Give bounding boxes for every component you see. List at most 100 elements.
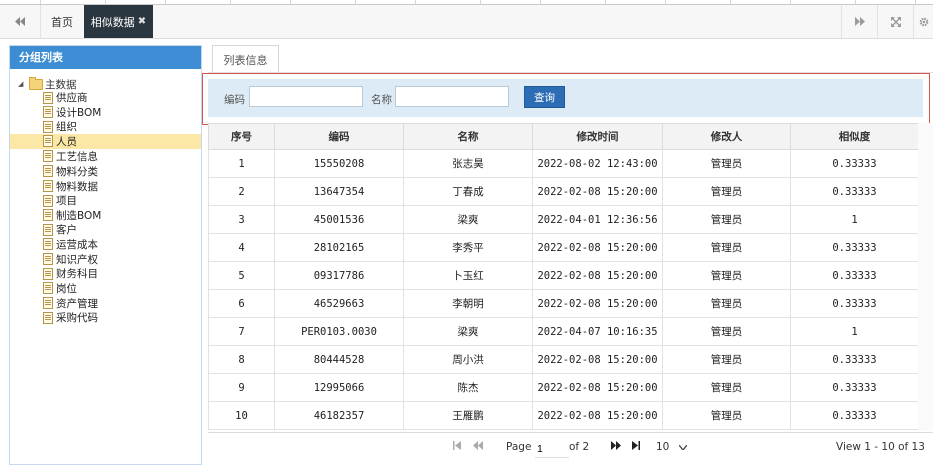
tab-list-info-label: 列表信息 — [223, 53, 268, 67]
tree-item[interactable]: 设计BOM — [10, 105, 201, 120]
row-name: 李朝明 — [403, 289, 533, 318]
settings-button[interactable] — [913, 5, 933, 38]
row-code: 13647354 — [274, 177, 404, 206]
tree-item[interactable]: 运营成本 — [10, 237, 201, 252]
document-icon — [43, 91, 53, 104]
tree-item[interactable]: 财务科目 — [10, 267, 201, 282]
close-icon[interactable]: ✖ — [138, 16, 146, 27]
row-index: 9 — [208, 373, 275, 402]
tree-item[interactable]: 组织 — [10, 120, 201, 135]
row-code: 46182357 — [274, 401, 404, 430]
col-header-code[interactable]: 编码 — [274, 123, 404, 150]
table-row[interactable]: 5 09317786 卜玉红 2022-02-08 15:20:00 管理员 0.3333… — [208, 261, 919, 290]
table-row[interactable]: 1 15550208 张志昊 2022-08-02 12:43:00 管理员 0.3333… — [208, 149, 919, 178]
double-right-arrow-icon — [855, 17, 865, 26]
next-page-button[interactable] — [611, 441, 621, 453]
tree-item[interactable]: 人员 — [10, 134, 201, 149]
row-index: 7 — [208, 317, 275, 346]
page-size-select[interactable]: 10 — [656, 441, 688, 453]
chevron-down-icon — [679, 444, 688, 450]
tab-list-info[interactable]: 列表信息 — [212, 45, 279, 74]
last-page-icon — [632, 441, 640, 450]
prev-page-button[interactable] — [473, 441, 483, 453]
tab-home[interactable]: 首页 — [40, 5, 84, 38]
tree-item-label: 物料分类 — [56, 165, 98, 178]
last-page-button[interactable] — [632, 441, 640, 453]
prev-page-icon — [473, 441, 483, 450]
row-index: 5 — [208, 261, 275, 290]
row-name: 李秀平 — [403, 233, 533, 262]
search-button[interactable]: 查询 — [524, 86, 565, 108]
tab-similar-data[interactable]: 相似数据 ✖ — [84, 5, 153, 38]
document-icon — [43, 165, 53, 178]
table-row[interactable]: 3 45001536 梁爽 2022-04-01 12:36:56 管理员 1 — [208, 205, 919, 234]
tree-item[interactable]: 客户 — [10, 223, 201, 238]
tree-item[interactable]: 知识产权 — [10, 252, 201, 267]
table-row[interactable]: 8 80444528 周小洪 2022-02-08 15:20:00 管理员 0.3333… — [208, 345, 919, 374]
tree-item[interactable]: 供应商 — [10, 91, 201, 106]
group-list-panel: 分组列表 ◢ 主数据 供应商 设计BOM 组织 人员 工艺信息 物料分类 物料数据 项目 制造B… — [9, 45, 202, 465]
tab-similar-data-label: 相似数据 — [90, 15, 135, 29]
col-header-index[interactable]: 序号 — [208, 123, 275, 150]
row-similarity: 0.33333 — [790, 177, 919, 206]
row-modifier: 管理员 — [662, 149, 791, 178]
row-similarity: 0.33333 — [790, 401, 919, 430]
row-similarity: 1 — [790, 205, 919, 234]
row-similarity: 0.33333 — [790, 289, 919, 318]
table-row[interactable]: 10 46182357 王雁鹏 2022-02-08 15:20:00 管理员 0.333… — [208, 401, 919, 430]
row-code: 09317786 — [274, 261, 404, 290]
row-code: PER0103.0030 — [274, 317, 404, 346]
row-modifier: 管理员 — [662, 205, 791, 234]
tree-item[interactable]: 制造BOM — [10, 208, 201, 223]
document-icon — [43, 282, 53, 295]
row-name: 梁爽 — [403, 317, 533, 346]
code-input[interactable] — [249, 86, 363, 107]
document-icon — [43, 120, 53, 133]
page-label: Page — [506, 441, 532, 453]
tree-item[interactable]: 项目 — [10, 194, 201, 209]
table-row[interactable]: 9 12995066 陈杰 2022-02-08 15:20:00 管理员 0.33333 — [208, 373, 919, 402]
tree-item[interactable]: 物料分类 — [10, 164, 201, 179]
tab-scroll-left-button[interactable] — [0, 5, 41, 38]
row-code: 80444528 — [274, 345, 404, 374]
table-row[interactable]: 7 PER0103.0030 梁爽 2022-04-07 10:16:35 管理员 1 — [208, 317, 919, 346]
row-modified-time: 2022-08-02 12:43:00 — [532, 149, 663, 178]
col-header-name[interactable]: 名称 — [403, 123, 533, 150]
expand-arrow-icon[interactable]: ◢ — [18, 80, 27, 88]
row-code: 46529663 — [274, 289, 404, 318]
tab-scroll-right-button[interactable] — [841, 5, 878, 38]
row-code: 12995066 — [274, 373, 404, 402]
fullscreen-button[interactable] — [877, 5, 914, 38]
view-range-text: View 1 - 10 of 13 — [836, 441, 925, 453]
row-index: 8 — [208, 345, 275, 374]
table-row[interactable]: 6 46529663 李朝明 2022-02-08 15:20:00 管理员 0.3333… — [208, 289, 919, 318]
first-page-button[interactable] — [453, 441, 461, 453]
row-index: 3 — [208, 205, 275, 234]
row-index: 2 — [208, 177, 275, 206]
col-header-similarity[interactable]: 相似度 — [790, 123, 919, 150]
col-header-modifier[interactable]: 修改人 — [662, 123, 791, 150]
tree-item[interactable]: 工艺信息 — [10, 149, 201, 164]
tree-item[interactable]: 资产管理 — [10, 296, 201, 311]
tree-item-label: 客户 — [56, 224, 77, 237]
tree-item[interactable]: 采购代码 — [10, 311, 201, 326]
tree-item[interactable]: 物料数据 — [10, 179, 201, 194]
row-similarity: 0.33333 — [790, 345, 919, 374]
row-name: 陈杰 — [403, 373, 533, 402]
table-row[interactable]: 2 13647354 丁春成 2022-02-08 15:20:00 管理员 0.3333… — [208, 177, 919, 206]
row-similarity: 0.33333 — [790, 149, 919, 178]
tree-root[interactable]: ◢ 主数据 — [18, 76, 77, 91]
first-page-icon — [453, 441, 461, 450]
row-code: 15550208 — [274, 149, 404, 178]
tree-item-label: 工艺信息 — [56, 150, 98, 163]
table-row[interactable]: 4 28102165 李秀平 2022-02-08 15:20:00 管理员 0.3333… — [208, 233, 919, 262]
row-modified-time: 2022-04-01 12:36:56 — [532, 205, 663, 234]
tree-item[interactable]: 岗位 — [10, 281, 201, 296]
tree-item-label: 财务科目 — [56, 268, 98, 281]
document-icon — [43, 194, 53, 207]
page-input[interactable] — [535, 440, 569, 458]
name-input[interactable] — [395, 86, 509, 107]
row-modified-time: 2022-02-08 15:20:00 — [532, 289, 663, 318]
tree-item-label: 制造BOM — [56, 209, 102, 222]
col-header-modified-time[interactable]: 修改时间 — [532, 123, 663, 150]
